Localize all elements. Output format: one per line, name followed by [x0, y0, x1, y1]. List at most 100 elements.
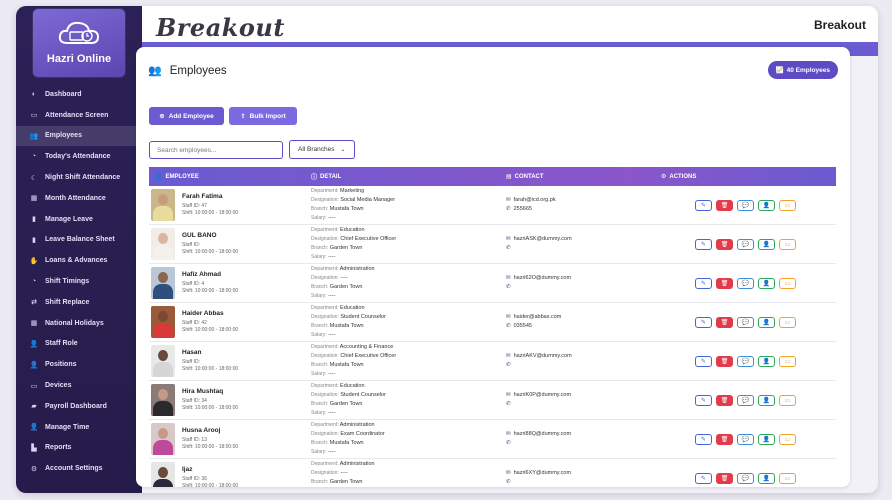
- sidebar-item-month-attendance[interactable]: ▦ Month Attendance: [16, 188, 142, 209]
- employee-name[interactable]: Haider Abbas: [182, 310, 238, 317]
- bulk-import-button[interactable]: ⇪ Bulk Import: [229, 107, 297, 125]
- employee-photo[interactable]: [151, 189, 175, 221]
- employee-photo[interactable]: [151, 228, 175, 260]
- assign-user-button[interactable]: 👤: [758, 355, 775, 367]
- message-button[interactable]: 💬: [737, 355, 754, 367]
- assign-user-button[interactable]: 👤: [758, 433, 775, 445]
- employee-name[interactable]: Hasan: [182, 349, 238, 356]
- delete-button[interactable]: 🗑: [716, 394, 733, 406]
- phone-value[interactable]: 035545: [514, 323, 532, 329]
- message-button[interactable]: 💬: [737, 394, 754, 406]
- sidebar-item-reports[interactable]: ▙ Reports: [16, 438, 142, 459]
- sidebar-item-devices[interactable]: ▭ Devices: [16, 375, 142, 396]
- app-logo[interactable]: Hazri Online: [33, 9, 125, 77]
- email-value[interactable]: haider@abbas.com: [514, 314, 562, 320]
- employee-photo[interactable]: [151, 306, 175, 338]
- email-value[interactable]: hazriASK@dummy.com: [514, 236, 572, 242]
- employee-name[interactable]: Ijaz: [182, 466, 238, 473]
- id-card-icon: ▭: [784, 358, 791, 365]
- sidebar-item-manage-time[interactable]: 👤 Manage Time: [16, 417, 142, 438]
- branch-select[interactable]: All Branches ⌄: [289, 140, 355, 159]
- delete-button[interactable]: 🗑: [716, 199, 733, 211]
- column-header-employee[interactable]: 👤 EMPLOYEE: [149, 167, 305, 186]
- email-value[interactable]: hazri88Q@dummy.com: [514, 431, 571, 437]
- id-card-button[interactable]: ▭: [779, 355, 796, 367]
- sidebar-item-label: Employees: [45, 132, 82, 140]
- id-card-button[interactable]: ▭: [779, 433, 796, 445]
- sidebar-item-loans-advances[interactable]: ✋ Loans & Advances: [16, 250, 142, 271]
- edit-button[interactable]: ✎: [695, 238, 712, 250]
- sidebar-item-employees[interactable]: 👥 Employees: [16, 125, 142, 147]
- delete-button[interactable]: 🗑: [716, 238, 733, 250]
- email-value[interactable]: farah@icd.org.pk: [514, 197, 556, 203]
- message-button[interactable]: 💬: [737, 238, 754, 250]
- email-value[interactable]: hazriK0P@dummy.com: [514, 392, 571, 398]
- edit-button[interactable]: ✎: [695, 277, 712, 289]
- sidebar-item-national-holidays[interactable]: ▦ National Holidays: [16, 313, 142, 334]
- email-value[interactable]: hazriAKV@dummy.com: [514, 353, 572, 359]
- id-card-button[interactable]: ▭: [779, 277, 796, 289]
- user-check-icon: 👤: [762, 436, 771, 443]
- sidebar-item-payroll-dashboard[interactable]: ▰ Payroll Dashboard: [16, 396, 142, 417]
- email-value[interactable]: hazri62O@dummy.com: [514, 275, 571, 281]
- id-card-button[interactable]: ▭: [779, 394, 796, 406]
- sidebar-item-dashboard[interactable]: ◐ Dashboard: [16, 84, 142, 105]
- delete-button[interactable]: 🗑: [716, 355, 733, 367]
- email-value[interactable]: hazri6XY@dummy.com: [514, 470, 571, 476]
- edit-button[interactable]: ✎: [695, 394, 712, 406]
- employee-name[interactable]: Farah Fatima: [182, 193, 238, 200]
- assign-user-button[interactable]: 👤: [758, 199, 775, 211]
- assign-user-button[interactable]: 👤: [758, 394, 775, 406]
- employee-photo[interactable]: [151, 267, 175, 299]
- employee-photo[interactable]: [151, 384, 175, 416]
- sidebar-item-shift-timings[interactable]: ◔ Shift Timings: [16, 271, 142, 292]
- message-button[interactable]: 💬: [737, 316, 754, 328]
- employee-count-badge[interactable]: 📈 40 Employees: [767, 61, 838, 79]
- assign-user-button[interactable]: 👤: [758, 238, 775, 250]
- sidebar-item-today-s-attendance[interactable]: ◔ Today's Attendance: [16, 146, 142, 167]
- employee-photo[interactable]: [151, 423, 175, 455]
- id-card-button[interactable]: ▭: [779, 316, 796, 328]
- employee-photo[interactable]: [151, 345, 175, 377]
- message-button[interactable]: 💬: [737, 433, 754, 445]
- assign-user-button[interactable]: 👤: [758, 316, 775, 328]
- sidebar-item-leave-balance-sheet[interactable]: ▮ Leave Balance Sheet: [16, 230, 142, 251]
- message-button[interactable]: 💬: [737, 199, 754, 211]
- sidebar-item-account-settings[interactable]: ⚙ Account Settings: [16, 458, 142, 479]
- employee-name[interactable]: Hafiz Ahmad: [182, 271, 238, 278]
- delete-button[interactable]: 🗑: [716, 433, 733, 445]
- edit-button[interactable]: ✎: [695, 433, 712, 445]
- delete-button[interactable]: 🗑: [716, 277, 733, 289]
- department-value: Administration: [339, 266, 375, 272]
- edit-button[interactable]: ✎: [695, 355, 712, 367]
- column-header-actions[interactable]: ⚙ ACTIONS: [655, 167, 836, 186]
- add-employee-button[interactable]: ⊕ Add Employee: [149, 107, 224, 125]
- column-header-contact[interactable]: ▤ CONTACT: [500, 167, 655, 186]
- sidebar-item-night-shift-attendance[interactable]: ☾ Night Shift Attendance: [16, 167, 142, 188]
- employee-name[interactable]: GUL BANO: [182, 232, 238, 239]
- assign-user-button[interactable]: 👤: [758, 472, 775, 484]
- search-input[interactable]: Search employees...: [149, 141, 283, 159]
- edit-button[interactable]: ✎: [695, 472, 712, 484]
- id-card-button[interactable]: ▭: [779, 199, 796, 211]
- sidebar-item-positions[interactable]: 👤 Positions: [16, 354, 142, 375]
- id-card-button[interactable]: ▭: [779, 472, 796, 484]
- delete-button[interactable]: 🗑: [716, 472, 733, 484]
- edit-button[interactable]: ✎: [695, 316, 712, 328]
- column-header-detail[interactable]: ⓘ DETAIL: [305, 167, 500, 186]
- employee-photo[interactable]: [151, 462, 175, 487]
- edit-button[interactable]: ✎: [695, 199, 712, 211]
- sidebar-item-shift-replace[interactable]: ⇄ Shift Replace: [16, 292, 142, 313]
- message-button[interactable]: 💬: [737, 277, 754, 289]
- employee-name[interactable]: Hira Mushtaq: [182, 388, 238, 395]
- employee-cell: Ijaz Staff ID: 36 Shift: 10:00:00 - 18:0…: [149, 462, 305, 487]
- employee-name[interactable]: Husna Arooj: [182, 427, 238, 434]
- sidebar-item-manage-leave[interactable]: ▮ Manage Leave: [16, 209, 142, 230]
- assign-user-button[interactable]: 👤: [758, 277, 775, 289]
- delete-button[interactable]: 🗑: [716, 316, 733, 328]
- sidebar-item-attendance-screen[interactable]: ▭ Attendance Screen: [16, 105, 142, 126]
- id-card-button[interactable]: ▭: [779, 238, 796, 250]
- phone-value[interactable]: 255665: [514, 206, 532, 212]
- sidebar-item-staff-role[interactable]: 👤 Staff Role: [16, 334, 142, 355]
- message-button[interactable]: 💬: [737, 472, 754, 484]
